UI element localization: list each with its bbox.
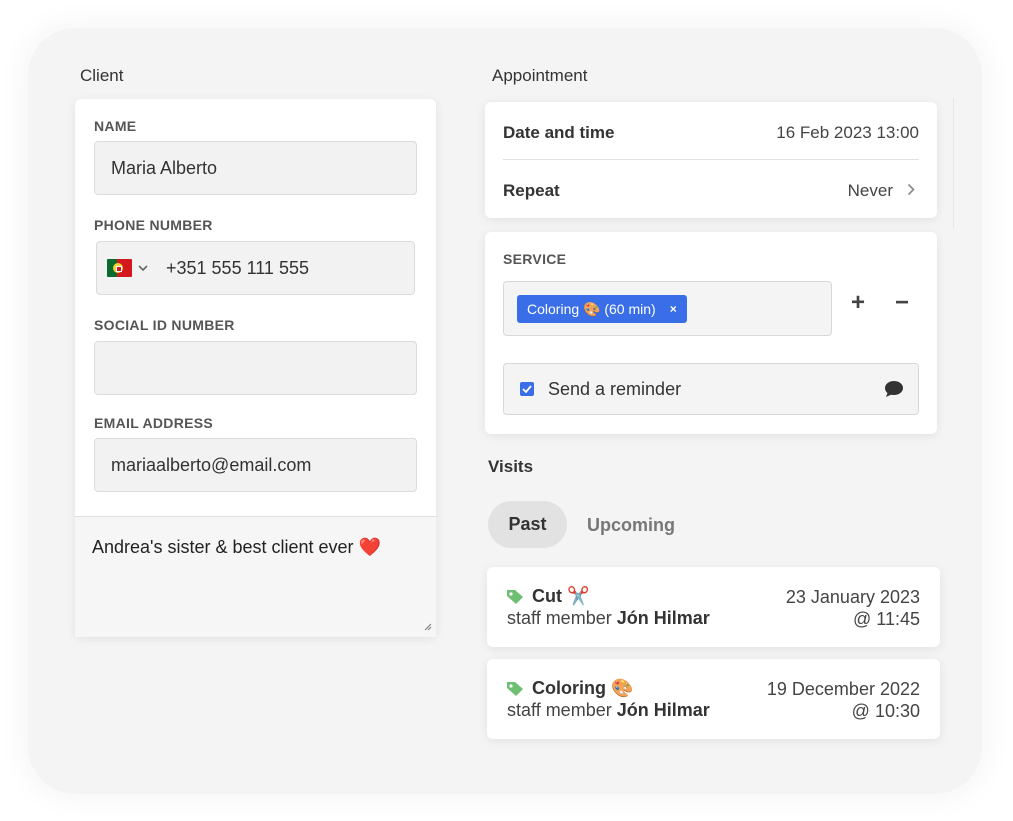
chevron-right-icon (907, 181, 915, 201)
visit-time: @ 10:30 (851, 701, 920, 721)
email-value: mariaalberto@email.com (111, 454, 312, 475)
reminder-checkbox[interactable] (520, 382, 534, 396)
resize-handle-icon[interactable] (424, 623, 432, 634)
add-service-button[interactable]: + (843, 288, 873, 318)
tab-upcoming[interactable]: Upcoming (587, 515, 675, 536)
notes-text: Andrea's sister & best client ever ❤️ (92, 537, 381, 558)
service-select[interactable]: Coloring 🎨 (60 min) × (503, 281, 832, 336)
portugal-flag-icon[interactable] (107, 259, 132, 277)
visit-card[interactable]: Coloring 🎨 staff member Jón Hilmar 19 De… (487, 659, 940, 739)
phone-value: +351 555 111 555 (166, 257, 309, 278)
date-time-value: 16 Feb 2023 13:00 (776, 123, 919, 142)
tag-icon (506, 589, 524, 605)
appointment-section-title: Appointment (492, 66, 588, 85)
date-time-label: Date and time (503, 123, 615, 142)
reminder-row[interactable]: Send a reminder (503, 363, 919, 415)
visit-staff: staff member Jón Hilmar (507, 608, 710, 629)
visit-date: 19 December 2022 (766, 679, 920, 699)
service-chip-label: Coloring 🎨 (60 min) (527, 300, 656, 317)
visit-staff-prefix: staff member (507, 608, 617, 628)
chevron-down-icon[interactable] (138, 261, 148, 275)
phone-label: PHONE NUMBER (94, 217, 213, 233)
social-id-input[interactable] (94, 341, 417, 395)
visit-date: 23 January 2023 (785, 587, 920, 607)
notes-textarea[interactable] (75, 517, 436, 637)
service-card: SERVICE Coloring 🎨 (60 min) × + − Send a… (485, 232, 937, 434)
visit-staff-prefix: staff member (507, 700, 617, 720)
heart-icon: ❤️ (358, 537, 381, 557)
notes-content: Andrea's sister & best client ever (92, 537, 354, 557)
name-label: NAME (94, 118, 137, 134)
visit-service: Coloring 🎨 (532, 678, 634, 698)
repeat-label: Repeat (503, 181, 560, 200)
scroll-divider (953, 98, 954, 228)
tab-past[interactable]: Past (488, 501, 567, 548)
reminder-label: Send a reminder (548, 378, 682, 399)
phone-input[interactable]: +351 555 111 555 (96, 241, 415, 295)
service-label: SERVICE (503, 251, 567, 267)
email-label: EMAIL ADDRESS (94, 415, 214, 431)
repeat-value: Never (847, 181, 893, 200)
client-section-title: Client (80, 66, 124, 85)
chat-bubble-icon (884, 380, 904, 398)
name-value: Maria Alberto (111, 157, 218, 178)
remove-service-button[interactable]: − (887, 288, 917, 318)
visit-staff-name: Jón Hilmar (616, 608, 710, 628)
chip-remove-icon[interactable]: × (670, 302, 677, 316)
visit-card[interactable]: Cut ✂️ staff member Jón Hilmar 23 Januar… (487, 567, 940, 647)
visit-staff: staff member Jón Hilmar (507, 700, 710, 721)
visit-staff-name: Jón Hilmar (616, 700, 710, 720)
tag-icon (506, 681, 524, 697)
visit-service: Cut ✂️ (532, 586, 590, 606)
email-input[interactable]: mariaalberto@email.com (94, 438, 417, 492)
service-chip[interactable]: Coloring 🎨 (60 min) × (517, 295, 687, 323)
appointment-card: Date and time 16 Feb 2023 13:00 Repeat N… (485, 102, 937, 218)
name-input[interactable]: Maria Alberto (94, 141, 417, 195)
visit-time: @ 11:45 (853, 609, 920, 629)
appointment-divider (503, 159, 919, 160)
visits-section-title: Visits (488, 457, 534, 476)
social-id-label: SOCIAL ID NUMBER (94, 317, 235, 333)
client-card: NAME Maria Alberto PHONE NUMBER +351 555… (75, 99, 436, 637)
